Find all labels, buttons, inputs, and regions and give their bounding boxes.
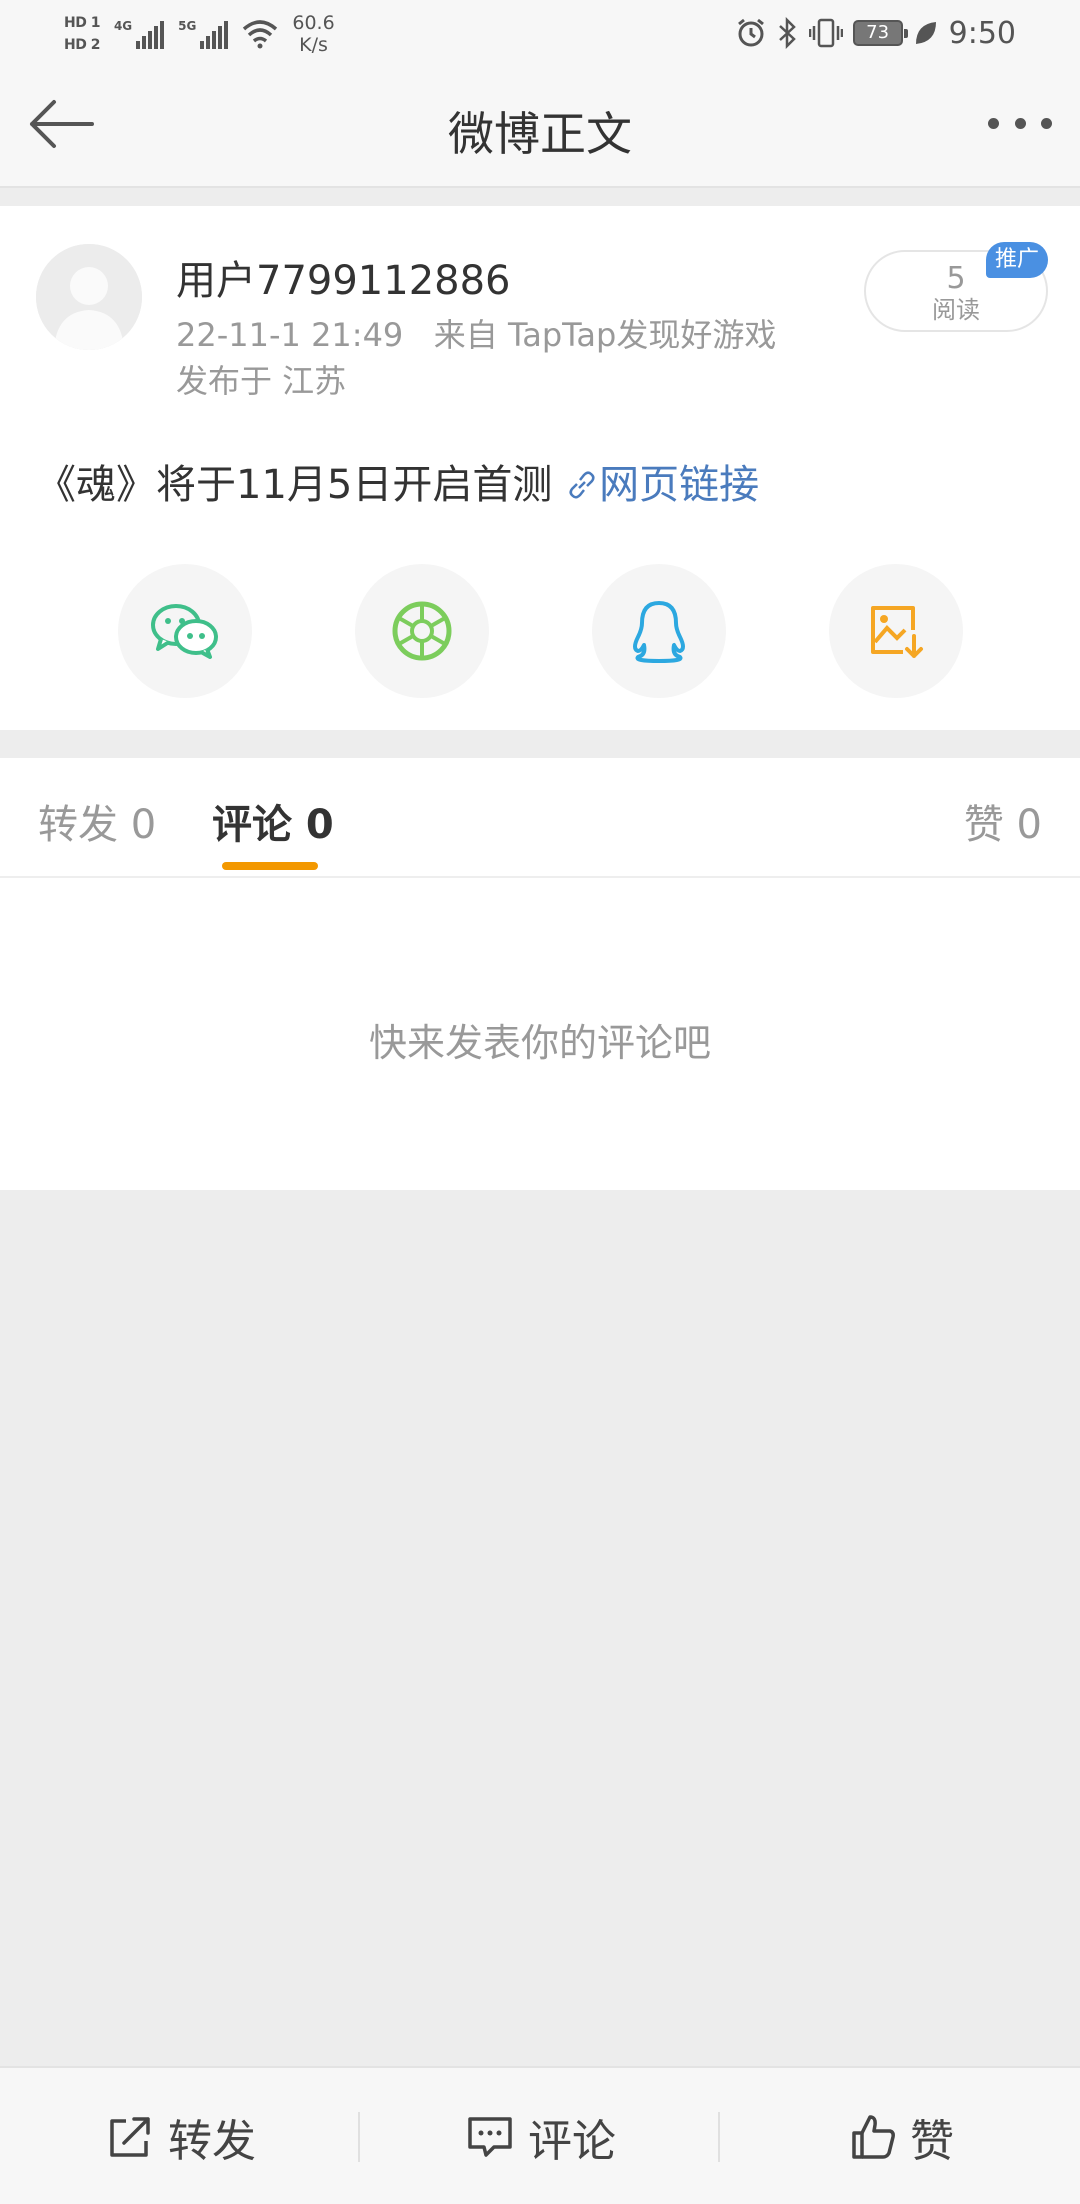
default-avatar-icon <box>36 244 142 350</box>
status-bar: HD 1 HD 2 4G 5G 60.6 K/s 73 9:50 <box>0 0 1080 66</box>
post-meta: 22-11-1 21:49 来自 TapTap发现好游戏 <box>176 310 776 356</box>
post-card: 用户7799112886 22-11-1 21:49 来自 TapTap发现好游… <box>0 206 1080 730</box>
post-content: 《魂》将于11月5日开启首测 网页链接 <box>36 452 759 510</box>
read-label: 阅读 <box>932 296 980 324</box>
repost-button[interactable]: 转发 <box>106 2068 256 2204</box>
divider <box>358 2112 360 2162</box>
more-options-button[interactable] <box>988 118 1052 132</box>
tab-comment[interactable]: 评论 0 <box>212 792 334 850</box>
avatar[interactable] <box>36 244 142 350</box>
comment-icon <box>468 2117 512 2157</box>
repost-icon <box>110 2117 150 2157</box>
web-link-label: 网页链接 <box>599 462 760 508</box>
tab-repost[interactable]: 转发 0 <box>38 792 156 850</box>
divider <box>718 2112 720 2162</box>
speed-value: 60.6 <box>292 12 335 34</box>
sim-indicators: HD 1 HD 2 <box>64 14 100 54</box>
share-qq-button[interactable] <box>592 564 726 698</box>
battery-icon: 73 <box>852 20 908 46</box>
like-button[interactable]: 赞 <box>850 2068 954 2204</box>
tab-like[interactable]: 赞 0 <box>964 792 1042 850</box>
alarm-icon <box>737 18 764 47</box>
web-link[interactable]: 网页链接 <box>565 462 759 508</box>
thumbs-up-icon <box>852 2115 895 2159</box>
share-row <box>0 564 1080 698</box>
save-image-icon <box>871 606 923 658</box>
status-right: 73 9:50 <box>735 12 1016 54</box>
more-dot-icon <box>1041 118 1052 129</box>
wechat-icon <box>151 604 218 659</box>
qq-icon <box>633 601 685 663</box>
page-title: 微博正文 <box>448 107 632 161</box>
wifi-icon <box>243 20 278 49</box>
sim2-label: HD 2 <box>64 37 100 53</box>
leaf-icon <box>915 22 936 44</box>
vibrate-icon <box>808 18 843 48</box>
save-image-button[interactable] <box>829 564 963 698</box>
comment-label: 评论 <box>528 2116 616 2167</box>
clock: 9:50 <box>948 15 1016 51</box>
post-location: 发布于 江苏 <box>176 362 347 400</box>
share-moments-button[interactable] <box>355 564 489 698</box>
net1-label: 4G <box>113 19 133 33</box>
username[interactable]: 用户7799112886 <box>176 248 511 306</box>
post-body-text: 《魂》将于11月5日开启首测 <box>36 462 553 508</box>
speed-unit: K/s <box>299 34 328 56</box>
bluetooth-icon <box>778 17 796 49</box>
moments-icon <box>392 601 452 661</box>
post-timestamp: 22-11-1 21:49 <box>176 316 404 354</box>
more-dot-icon <box>988 118 999 129</box>
interaction-tabs: 转发 0 评论 0 赞 0 <box>0 758 1080 878</box>
like-label: 赞 <box>910 2116 954 2167</box>
repost-label: 转发 <box>168 2116 256 2167</box>
bottom-action-bar: 转发 评论 赞 <box>0 2066 1080 2204</box>
signal-5g-icon: 5G <box>178 19 229 49</box>
navigation-bar: 微博正文 <box>0 66 1080 188</box>
empty-comments-text: 快来发表你的评论吧 <box>368 1021 711 1065</box>
status-left: HD 1 HD 2 4G 5G 60.6 K/s <box>64 6 335 62</box>
more-dot-icon <box>1014 118 1026 129</box>
sim1-label: HD 1 <box>64 15 100 31</box>
network-speed: 60.6 K/s <box>292 12 334 56</box>
net2-label: 5G <box>178 19 197 33</box>
comment-button[interactable]: 评论 <box>466 2068 616 2204</box>
signal-4g-icon: 4G <box>113 19 165 49</box>
active-tab-indicator <box>222 862 318 870</box>
promo-tag: 推广 <box>986 242 1048 278</box>
comments-empty-state: 快来发表你的评论吧 <box>0 878 1080 1190</box>
post-source[interactable]: 来自 TapTap发现好游戏 <box>434 316 777 354</box>
share-wechat-button[interactable] <box>118 564 252 698</box>
link-icon <box>569 471 595 499</box>
